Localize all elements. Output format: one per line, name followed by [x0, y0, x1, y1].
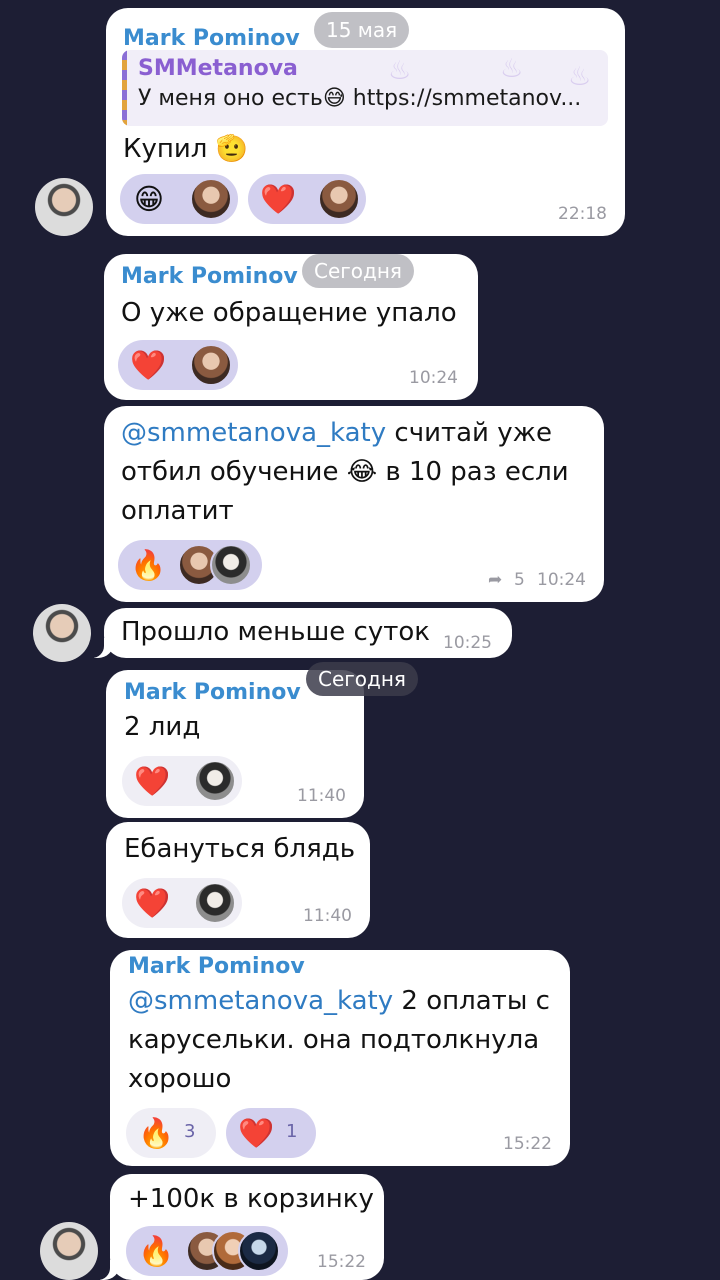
heart-emoji-icon: ❤️ [238, 1116, 275, 1150]
fire-pattern-icon: ♨ [388, 56, 412, 86]
mention-link[interactable]: @smmetanova_katy [121, 418, 386, 448]
message-bubble[interactable]: Mark Pominov Сегодня О уже обращение упа… [104, 254, 478, 400]
sender-name[interactable]: Mark Pominov [123, 26, 300, 51]
reaction-fire[interactable]: 🔥 [126, 1226, 288, 1276]
message-time: 11:40 [303, 906, 352, 926]
reactor-avatar [318, 178, 360, 220]
message-text: Прошло меньше суток [121, 617, 430, 647]
message-time: 10:25 [443, 633, 492, 653]
reactor-avatar [210, 544, 252, 586]
message-bubble[interactable]: Mark Pominov @smmetanova_katy 2 оплаты с… [110, 950, 570, 1166]
message-bubble[interactable]: Mark Pominov Сегодня 2 лид ❤️ 11:40 [106, 662, 418, 818]
reactor-avatar [194, 760, 236, 802]
reactor-avatar [190, 178, 232, 220]
sender-avatar[interactable] [40, 1222, 98, 1280]
reply-count: 5 [514, 570, 525, 590]
fire-emoji-icon: 🔥 [138, 1116, 175, 1150]
mention-link[interactable]: @smmetanova_katy [128, 986, 393, 1016]
message-bubble[interactable]: +100к в корзинку 🔥 15:22 [90, 1174, 384, 1280]
sender-name[interactable]: Mark Pominov [121, 264, 298, 289]
message-text: Ебануться блядь [124, 834, 356, 864]
reactor-avatar [238, 1230, 280, 1272]
heart-emoji-icon: ❤️ [134, 764, 171, 798]
message-bubble[interactable]: Mark Pominov 15 мая ♨ ♨ ♨ SMMetanova У м… [106, 8, 625, 236]
date-chip: Сегодня [302, 254, 414, 288]
quote-text: У меня оно есть😅 https://smmetanov... [138, 86, 582, 111]
message-text-part: отбил обучение 😂 в 10 раз если [121, 457, 569, 487]
message-text: Купил 🫡 [123, 134, 248, 164]
reactor-avatar [190, 344, 232, 386]
heart-emoji-icon: ❤️ [260, 182, 297, 216]
message-time: 22:18 [558, 204, 607, 224]
heart-emoji-icon: ❤️ [130, 348, 167, 382]
message-text: +100к в корзинку [128, 1184, 374, 1214]
reaction-heart[interactable]: ❤️ [248, 174, 366, 224]
message-text-part: 2 оплаты с [393, 986, 550, 1016]
sender-avatar[interactable] [35, 178, 93, 236]
reaction-heart[interactable]: ❤️ [122, 756, 242, 806]
message-bubble[interactable]: @smmetanova_katy считай уже отбил обучен… [104, 406, 604, 602]
date-chip: Сегодня [306, 662, 418, 696]
reply-arrow-icon: ➦ [488, 570, 503, 590]
message-time: 15:22 [317, 1252, 366, 1272]
reaction-heart[interactable]: ❤️ [118, 340, 238, 390]
date-chip: 15 мая [314, 12, 410, 48]
fire-emoji-icon: 🔥 [130, 548, 167, 582]
reply-quote[interactable]: ♨ ♨ ♨ SMMetanova У меня оно есть😅 https:… [122, 50, 608, 126]
reaction-grin[interactable]: 😁 [120, 174, 238, 224]
message-text: @smmetanova_katy 2 оплаты с карусельки. … [128, 982, 558, 1099]
reaction-fire[interactable]: 🔥 3 [126, 1108, 216, 1158]
message-text: О уже обращение упало [121, 298, 457, 328]
message-text: @smmetanova_katy считай уже отбил обучен… [121, 414, 591, 531]
message-time: 11:40 [297, 786, 346, 806]
message-text-part: хорошо [128, 1064, 232, 1094]
grin-emoji-icon: 😁 [133, 182, 165, 216]
reaction-heart[interactable]: ❤️ [122, 878, 242, 928]
sender-name[interactable]: Mark Pominov [124, 680, 301, 705]
message-text: 2 лид [124, 712, 201, 742]
message-text-part: карусельки. она подтолкнула [128, 1025, 540, 1055]
heart-emoji-icon: ❤️ [134, 886, 171, 920]
sender-name[interactable]: Mark Pominov [128, 954, 305, 979]
message-text-part: оплатит [121, 496, 234, 526]
reactor-avatar [194, 882, 236, 924]
quote-author: SMMetanova [138, 56, 298, 81]
message-time: 10:24 [537, 570, 586, 590]
message-time: 10:24 [409, 368, 458, 388]
fire-emoji-icon: 🔥 [138, 1234, 175, 1268]
fire-pattern-icon: ♨ [500, 54, 524, 84]
message-bubble[interactable]: Прошло меньше суток 10:25 [84, 608, 512, 658]
message-bubble[interactable]: Ебануться блядь ❤️ 11:40 [106, 822, 370, 938]
quote-accent-bar [122, 50, 127, 126]
reaction-fire[interactable]: 🔥 [118, 540, 262, 590]
reaction-count: 1 [286, 1121, 298, 1142]
sender-avatar[interactable] [33, 604, 91, 662]
message-text-part: считай уже [386, 418, 553, 448]
reaction-heart[interactable]: ❤️ 1 [226, 1108, 316, 1158]
reaction-count: 3 [184, 1121, 196, 1142]
message-time: 15:22 [503, 1134, 552, 1154]
